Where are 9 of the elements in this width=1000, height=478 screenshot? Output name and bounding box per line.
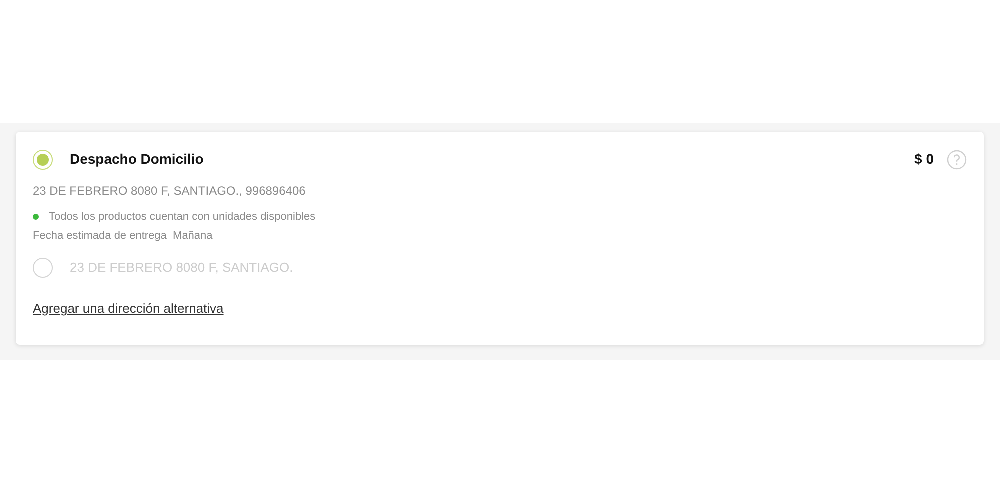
delivery-estimate: Fecha estimada de entrega Mañana [33, 228, 214, 244]
address-text: 23 DE FEBRERO 8080 F, SANTIAGO., 996896406 [33, 183, 307, 200]
option-title: Despacho Domicilio [70, 150, 204, 169]
availability-text: Todos los productos cuentan con unidades disponibles [49, 210, 316, 225]
radio-button[interactable] [33, 150, 53, 170]
help-icon[interactable] [947, 150, 967, 170]
radio-button[interactable] [33, 258, 53, 278]
add-address-link[interactable]: Agregar una dirección alternativa [33, 299, 224, 318]
price: $ 0 [914, 150, 934, 169]
